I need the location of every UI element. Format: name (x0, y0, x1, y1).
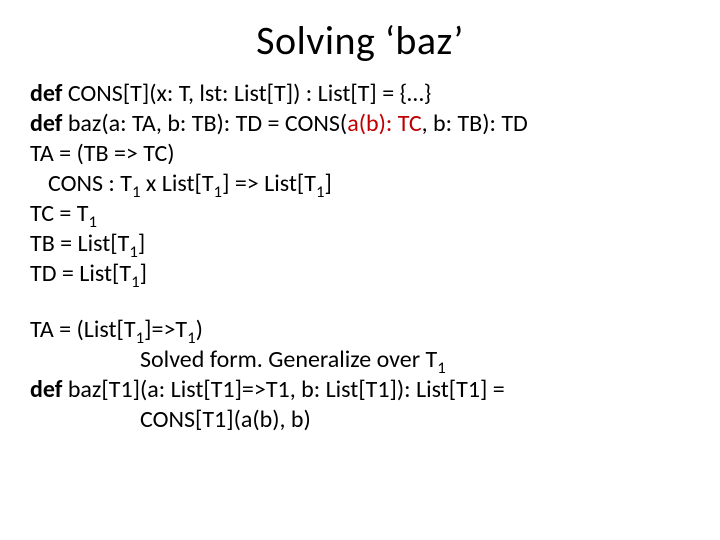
sub: 1 (214, 181, 223, 202)
text: TB = List[T (30, 229, 129, 258)
line-def-baz-gen: def baz[T1](a: List[T1]=>T1, b: List[T1]… (30, 375, 690, 405)
line-cons-call: CONS[T1](a(b), b) (30, 405, 690, 435)
text: ]=>T (144, 315, 187, 344)
slide-title: Solving ‘baz’ (30, 16, 690, 65)
text: TD = List[T (30, 259, 131, 288)
line-cons-type: CONS : T1 x List[T1] => List[T1] (30, 169, 690, 199)
sub: 1 (316, 181, 325, 202)
text: baz[T1](a: List[T1]=>T1, b: List[T1]): L… (62, 375, 504, 404)
text: x List[T (140, 169, 213, 198)
line-ta-eq: TA = (TB => TC) (30, 139, 690, 169)
line-def-baz: def baz(a: TA, b: TB): TD = CONS(a(b): T… (30, 109, 690, 139)
text: CONS : T (48, 169, 132, 198)
kw-def: def (30, 109, 62, 138)
text: ] (140, 259, 147, 288)
slide: Solving ‘baz’ def CONS[T](x: T, lst: Lis… (0, 0, 720, 540)
line-tc: TC = T1 (30, 199, 690, 229)
line-solved-form: Solved form. Generalize over T1 (30, 345, 690, 375)
text: ) (196, 315, 203, 344)
line-ta-solved: TA = (List[T1]=>T1) (30, 315, 690, 345)
text: TC = T (30, 199, 89, 228)
text: ] (138, 229, 145, 258)
text: TA = (List[T (30, 315, 136, 344)
text: , b: TB): TD (422, 109, 528, 138)
line-td: TD = List[T1] (30, 259, 690, 289)
kw-def: def (30, 79, 62, 108)
sub: 1 (131, 271, 140, 292)
kw-def: def (30, 375, 62, 404)
text: ] => List[T (222, 169, 316, 198)
line-def-cons: def CONS[T](x: T, lst: List[T]) : List[T… (30, 79, 690, 109)
slide-body: def CONS[T](x: T, lst: List[T]) : List[T… (30, 79, 690, 435)
text: baz(a: TA, b: TB): TD = CONS( (62, 109, 347, 138)
text: Solved form. Generalize over T (140, 345, 437, 374)
line-tb: TB = List[T1] (30, 229, 690, 259)
text: CONS[T](x: T, lst: List[T]) : List[T] = … (62, 79, 431, 108)
highlight: a(b): TC (347, 109, 421, 138)
text: ] (325, 169, 332, 198)
spacer (30, 289, 690, 315)
